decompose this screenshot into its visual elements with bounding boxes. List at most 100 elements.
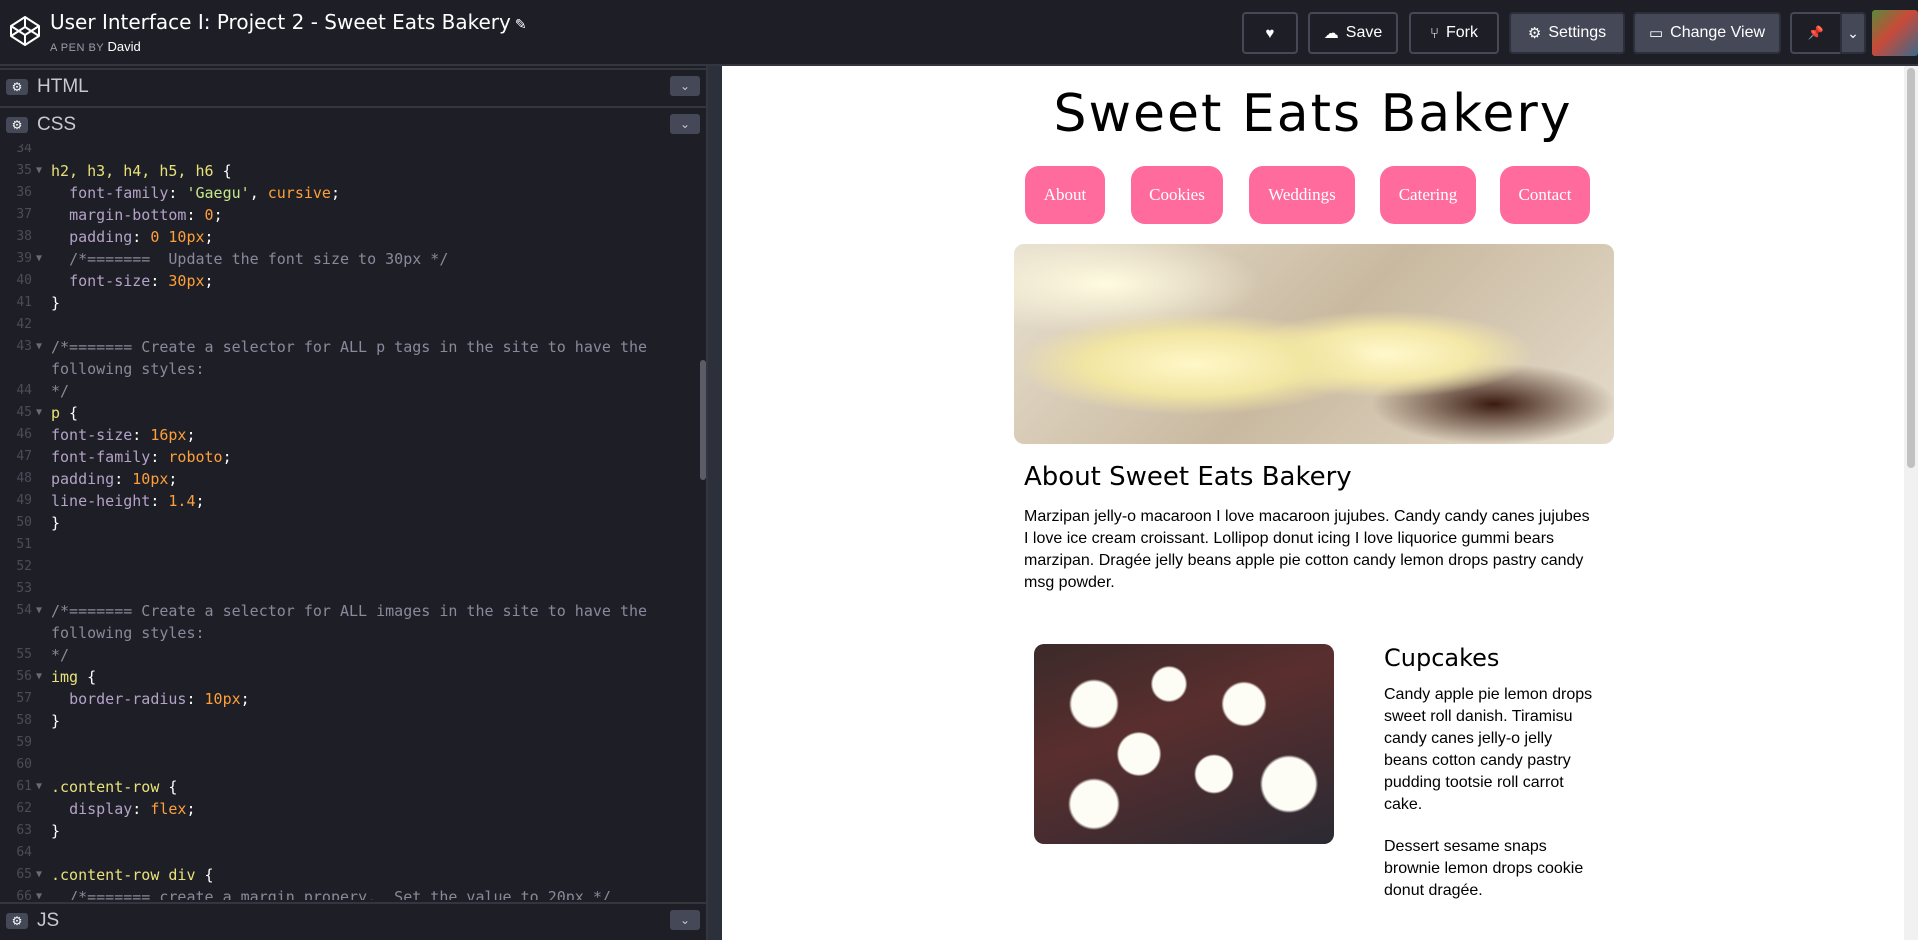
heart-icon: ♥ [1265,24,1275,42]
code-line[interactable]: 66 ▼ /*======= create a margin propery. S… [0,886,700,900]
cupcakes-image [1034,644,1334,844]
code-text: } [51,514,61,532]
codepen-logo-icon[interactable] [8,14,42,48]
fold-arrow-icon[interactable]: ▼ [36,336,42,358]
code-line[interactable]: 36 font-family: 'Gaegu', cursive; [0,182,700,204]
code-text: margin-bottom: 0; [69,206,223,224]
css-panel-header[interactable]: ⚙ CSS ⌄ [0,106,706,142]
pen-title[interactable]: User Interface I: Project 2 - Sweet Eats… [50,10,527,34]
code-line[interactable]: 51 [0,534,700,556]
nav-about-button[interactable]: About [1025,166,1105,224]
code-line[interactable]: 54 ▼ /*======= Create a selector for ALL i… [0,600,700,622]
line-number: 56 [16,669,32,684]
code-line[interactable]: 58} [0,710,700,732]
code-line[interactable]: 57 border-radius: 10px; [0,688,700,710]
css-panel-title: CSS [37,114,77,135]
top-bar: User Interface I: Project 2 - Sweet Eats… [0,0,1918,66]
line-number: 37 [16,207,32,222]
fold-arrow-icon[interactable]: ▼ [36,402,42,424]
code-text: font-size: 30px; [69,272,214,290]
preview-scrollbar[interactable] [1904,66,1918,940]
pen-byline: A PEN BY David [50,39,141,54]
fold-arrow-icon[interactable]: ▼ [36,160,42,182]
code-line[interactable]: 44 */ [0,380,700,402]
code-line[interactable]: 47 font-family: roboto; [0,446,700,468]
code-line[interactable]: 41} [0,292,700,314]
fold-arrow-icon[interactable]: ▼ [36,864,42,886]
edit-pencil-icon[interactable]: ✎ [515,17,527,33]
html-collapse-chevron-icon[interactable]: ⌄ [670,76,700,96]
css-collapse-chevron-icon[interactable]: ⌄ [670,114,700,134]
code-line[interactable]: 38 padding: 0 10px; [0,226,700,248]
hero-cupcakes-image [1014,244,1614,444]
code-line[interactable]: 43 ▼ /*======= Create a selector for ALL p… [0,336,700,358]
author-link[interactable]: David [108,39,141,54]
fork-button[interactable]: ⑂ Fork [1409,12,1499,54]
line-number: 42 [16,317,32,332]
save-button[interactable]: ☁ Save [1308,12,1398,54]
code-line[interactable]: 52 [0,556,700,578]
code-line[interactable]: 48 padding: 10px; [0,468,700,490]
code-line[interactable]: 56 ▼ img { [0,666,700,688]
nav-contact-button[interactable]: Contact [1500,166,1590,224]
change-view-button[interactable]: ▭ Change View [1633,12,1781,54]
code-line[interactable]: 61 ▼ .content-row { [0,776,700,798]
user-avatar[interactable] [1872,10,1918,56]
code-line[interactable]: 60 [0,754,700,776]
code-text: following styles: [51,624,205,642]
html-panel-header[interactable]: ⚙ HTML ⌄ [0,68,706,104]
code-line[interactable]: 50} [0,512,700,534]
fold-arrow-icon[interactable]: ▼ [36,600,42,622]
pin-button[interactable]: 📌 [1790,12,1842,54]
preview-scrollbar-thumb[interactable] [1907,68,1915,468]
code-line[interactable]: 34 [0,144,700,160]
pane-resize-handle[interactable] [706,66,722,940]
nav-cookies-button[interactable]: Cookies [1131,166,1223,224]
code-line[interactable]: 37 margin-bottom: 0; [0,204,700,226]
code-line[interactable]: following styles: [0,358,700,380]
code-line[interactable]: 39 ▼ /*======= Update the font size to 30… [0,248,700,270]
fold-arrow-icon[interactable]: ▼ [36,776,42,798]
code-line[interactable]: 49 line-height: 1.4; [0,490,700,512]
code-line[interactable]: 46 font-size: 16px; [0,424,700,446]
line-number: 63 [16,823,32,838]
js-panel-title: JS [37,910,60,931]
code-text: /*======= create a margin propery. Set t… [69,888,611,900]
js-panel-header[interactable]: ⚙ JS ⌄ [0,902,706,938]
code-line[interactable]: 63} [0,820,700,842]
code-text: /*======= Create a selector for ALL imag… [51,602,648,620]
code-line[interactable]: 35 ▼ h2, h3, h4, h5, h6 { [0,160,700,182]
settings-button[interactable]: ⚙ Settings [1509,12,1625,54]
css-settings-gear-icon[interactable]: ⚙ [6,117,28,133]
code-line[interactable]: 62 display: flex; [0,798,700,820]
code-text: h2, h3, h4, h5, h6 { [51,162,232,180]
settings-label: Settings [1548,24,1607,41]
preview-pane: Sweet Eats Bakery About Cookies Weddings… [722,66,1918,940]
line-number: 66 [16,889,32,900]
code-line[interactable]: 55 */ [0,644,700,666]
fork-icon: ⑂ [1429,24,1439,42]
fold-arrow-icon[interactable]: ▼ [36,666,42,688]
line-number: 50 [16,515,32,530]
code-line[interactable]: 64 [0,842,700,864]
nav-weddings-button[interactable]: Weddings [1249,166,1355,224]
js-collapse-chevron-icon[interactable]: ⌄ [670,910,700,930]
fold-arrow-icon[interactable]: ▼ [36,248,42,270]
html-settings-gear-icon[interactable]: ⚙ [6,79,28,95]
pin-dropdown-button[interactable]: ⌄ [1840,12,1866,54]
code-text: border-radius: 10px; [69,690,250,708]
code-line[interactable]: 59 [0,732,700,754]
code-text: display: flex; [69,800,196,818]
code-line[interactable]: 42 [0,314,700,336]
css-code-editor[interactable]: 34 35 ▼ h2, h3, h4, h5, h6 {36 font-family:… [0,144,700,900]
code-line[interactable]: 45 ▼ p { [0,402,700,424]
nav-catering-button[interactable]: Catering [1380,166,1476,224]
love-button[interactable]: ♥ [1242,12,1298,54]
code-line[interactable]: 40 font-size: 30px; [0,270,700,292]
js-settings-gear-icon[interactable]: ⚙ [6,913,28,929]
code-line[interactable]: 65 ▼ .content-row div { [0,864,700,886]
fold-arrow-icon[interactable]: ▼ [36,886,42,900]
code-line[interactable]: 53 [0,578,700,600]
code-line[interactable]: following styles: [0,622,700,644]
line-number: 62 [16,801,32,816]
